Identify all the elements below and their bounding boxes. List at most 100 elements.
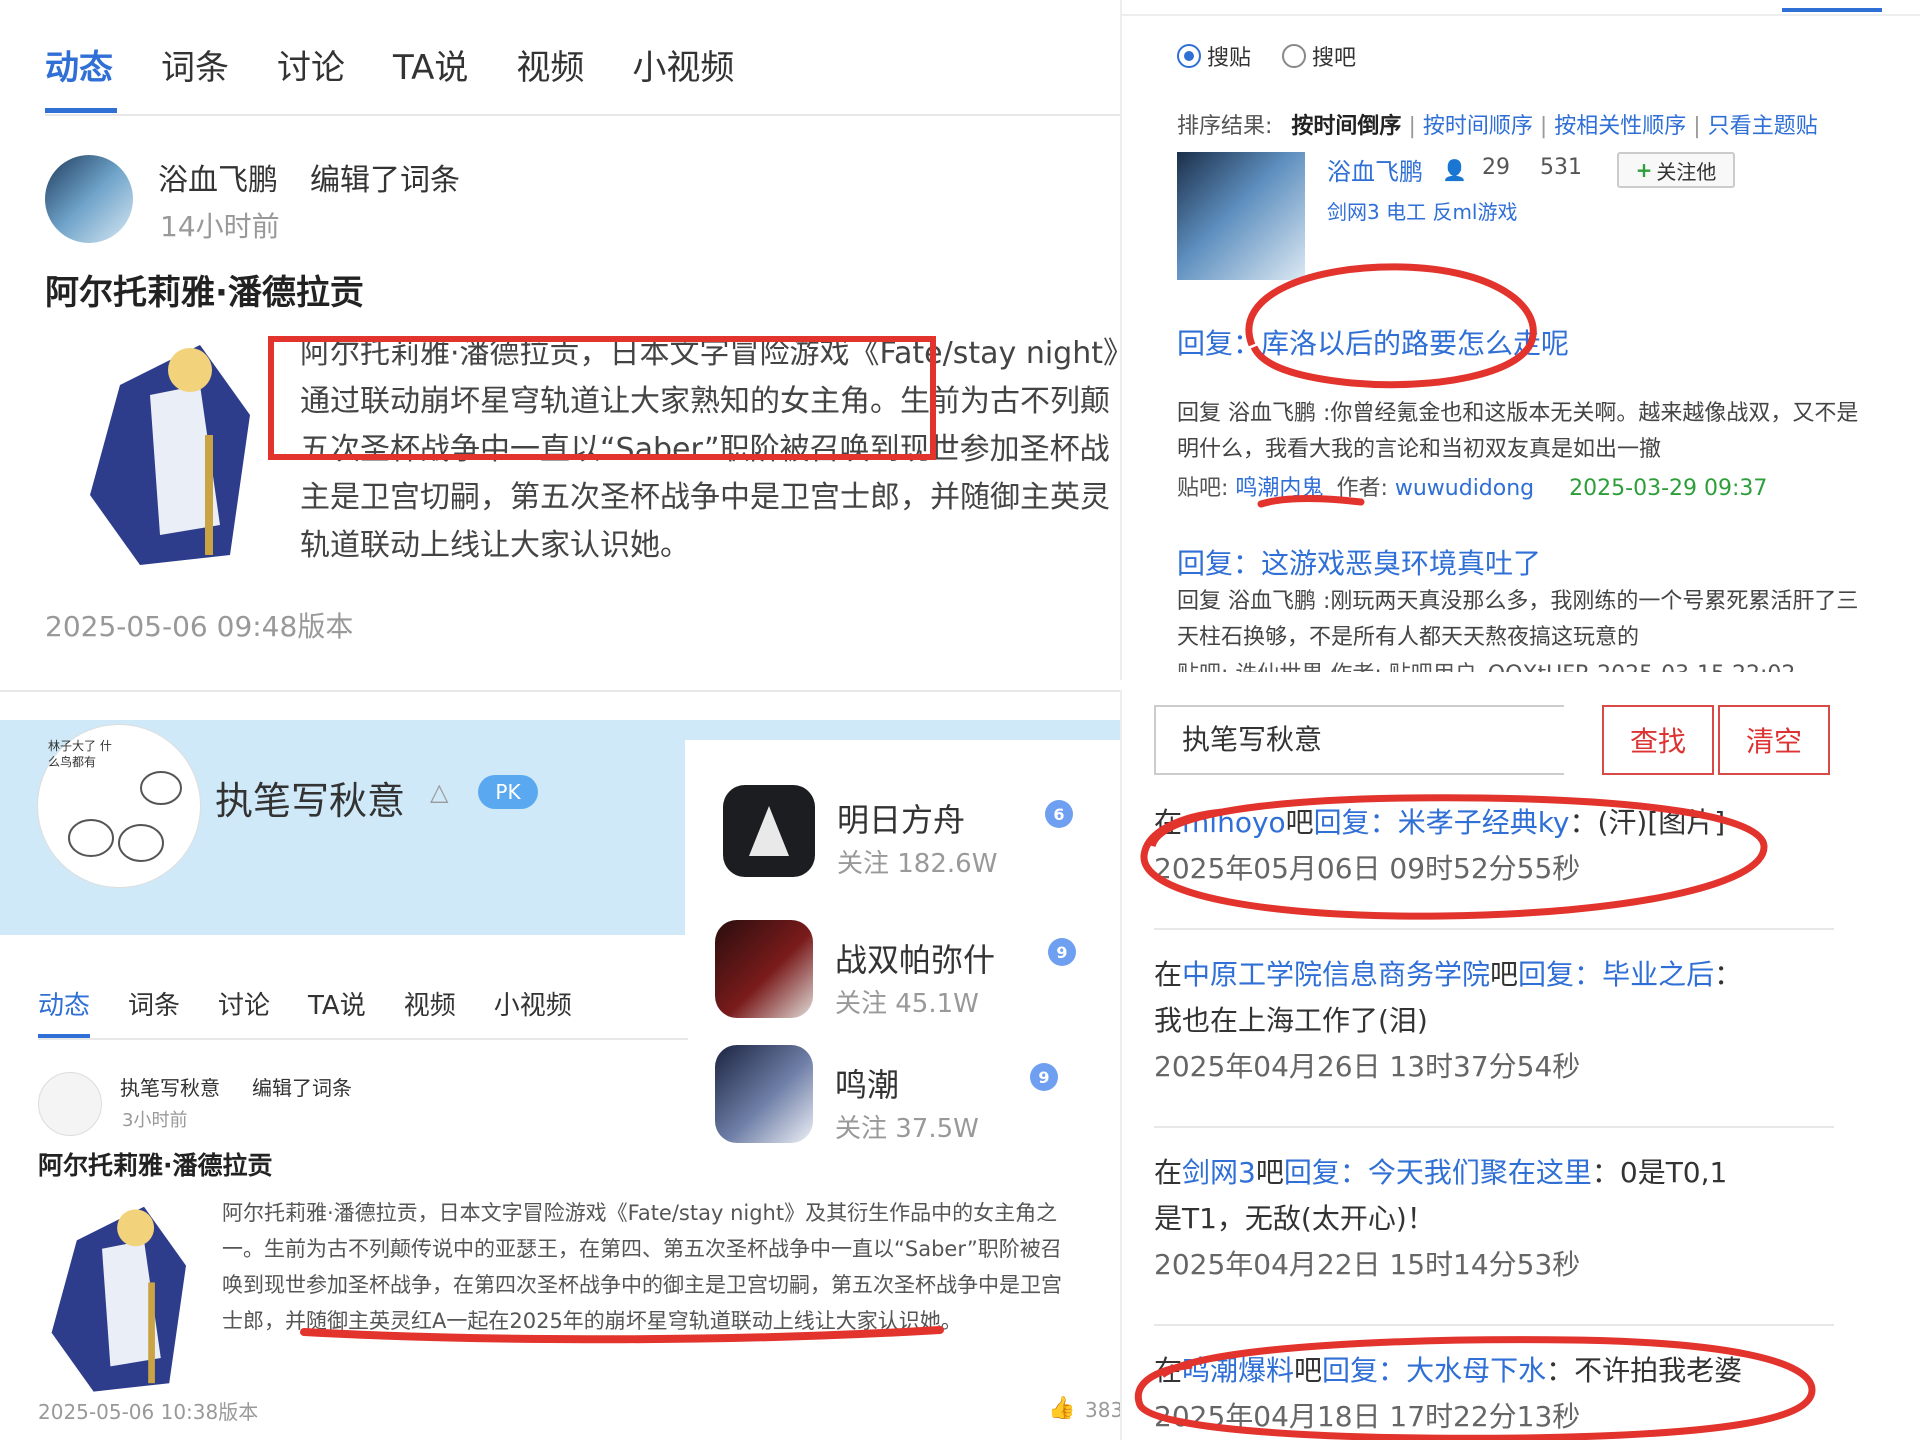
- follow-button[interactable]: + 关注他: [1617, 152, 1735, 188]
- reply-1-author[interactable]: wuwudidong: [1395, 476, 1534, 501]
- result-reply-label: 回复：: [1283, 1156, 1368, 1189]
- result-date: 2025年04月22日 15时14分53秒: [1154, 1248, 1581, 1281]
- tl-tab-bar: 动态 词条 讨论 TA说 视频 小视频: [45, 40, 734, 89]
- tl-tab-underline: [45, 108, 117, 113]
- radio-label: 搜吧: [1312, 46, 1357, 71]
- sort-time-desc[interactable]: 按时间倒序: [1291, 114, 1401, 139]
- radio-search-bars[interactable]: 搜吧: [1282, 40, 1356, 72]
- game-followers: 关注 37.5W: [835, 1114, 979, 1144]
- game-name: 明日方舟: [837, 801, 966, 839]
- tl-user-name[interactable]: 浴血飞鹏: [158, 155, 278, 199]
- result-line: 在中原工学院信息商务学院吧回复：毕业之后：: [1154, 952, 1894, 998]
- result-reply-label: 回复：: [1518, 958, 1603, 991]
- game-item[interactable]: 战双帕弥什 关注 45.1W 9: [685, 880, 1120, 1019]
- bar-label: 贴吧:: [1177, 476, 1229, 501]
- game-list-card: 明日方舟 关注 182.6W 6 战双帕弥什 关注 45.1W 9 鸣潮 关注 …: [685, 740, 1120, 1160]
- sort-sep: |: [1693, 114, 1708, 139]
- tr-user-level: 29: [1482, 155, 1510, 180]
- bl-tab-video[interactable]: 视频: [404, 985, 456, 1022]
- game-item[interactable]: 鸣潮 关注 37.5W 9: [685, 1005, 1120, 1144]
- tl-tab-ta-say[interactable]: TA说: [393, 40, 468, 89]
- bottom-left-panel: 林子大了 什么鸟都有 执笔写秋意 △ PK 明日方舟 关注 182.6W 6 战…: [0, 720, 1120, 1440]
- bl-desc-line: 唤到现世参加圣杯战争，在第四次圣杯战争中的御主是卫宫切嗣，第五次圣杯战争中是卫宫: [222, 1273, 1062, 1297]
- tl-user-avatar[interactable]: [45, 155, 133, 243]
- bl-tab-ta-say[interactable]: TA说: [308, 985, 366, 1022]
- tr-top-accent: [1782, 8, 1882, 12]
- result-line-2: 是T1，无敌(太开心)！: [1154, 1202, 1435, 1235]
- tl-character-image: [80, 325, 270, 575]
- bl-divider: [38, 1038, 688, 1040]
- sort-relevance[interactable]: 按相关性顺序: [1554, 114, 1686, 139]
- bottom-right-panel: 执笔写秋意 查找 清空 在mihoyo吧回复：米孝子经典ky：(汗)[图片] 2…: [1120, 690, 1920, 1440]
- bl-tab-short-video[interactable]: 小视频: [494, 985, 572, 1022]
- bl-user-avatar[interactable]: [38, 1072, 102, 1136]
- radio-search-posts[interactable]: 搜贴: [1177, 40, 1251, 72]
- result-bar-link[interactable]: 剑网3: [1182, 1156, 1256, 1189]
- tr-user-tags[interactable]: 剑网3 电工 反ml游戏: [1327, 196, 1517, 225]
- search-input[interactable]: 执笔写秋意: [1154, 705, 1564, 775]
- bl-profile-name: 执笔写秋意: [215, 779, 406, 823]
- bl-entry-title[interactable]: 阿尔托莉雅·潘德拉贡: [38, 1146, 273, 1182]
- result-mid: 吧: [1255, 1156, 1284, 1189]
- tr-user-posts: 531: [1540, 155, 1582, 180]
- result-topic-link[interactable]: 今天我们聚在这里: [1368, 1156, 1592, 1189]
- radio-checked-icon: [1177, 44, 1201, 68]
- tl-tab-short-video[interactable]: 小视频: [632, 40, 734, 89]
- result-mid: 吧: [1490, 958, 1519, 991]
- result-date: 2025年04月26日 13时37分54秒: [1154, 1050, 1581, 1083]
- warning-icon: △: [430, 778, 449, 806]
- tl-bottom-divider: [0, 690, 1120, 692]
- bl-time: 3小时前: [122, 1110, 188, 1131]
- thumb-up-icon[interactable]: 👍: [1048, 1396, 1075, 1421]
- tr-user-name[interactable]: 浴血飞鹏: [1327, 152, 1423, 187]
- sort-label: 排序结果:: [1177, 114, 1273, 139]
- result-divider: [1154, 1324, 1834, 1326]
- sort-topics-only[interactable]: 只看主题贴: [1708, 114, 1818, 139]
- annotation-circle: [1140, 794, 1768, 920]
- bl-desc-line: 阿尔托莉雅·潘德拉贡，日本文字冒险游戏《Fate/stay night》及其衍生…: [222, 1201, 1058, 1225]
- arknights-icon: [723, 785, 815, 877]
- game-item[interactable]: 明日方舟 关注 182.6W 6: [685, 740, 1120, 879]
- tl-time: 14小时前: [160, 210, 280, 243]
- bl-tab-dynamic[interactable]: 动态: [38, 985, 90, 1022]
- tl-tab-entries[interactable]: 词条: [161, 40, 229, 89]
- radio-label: 搜贴: [1207, 46, 1252, 71]
- tl-entry-title[interactable]: 阿尔托莉雅·潘德拉贡: [45, 265, 364, 314]
- bl-tab-entries[interactable]: 词条: [128, 985, 180, 1022]
- result-topic-link[interactable]: 毕业之后: [1602, 958, 1714, 991]
- bl-action: 编辑了词条: [252, 1076, 352, 1100]
- reply-1-body: 回复 浴血飞鹏 :你曾经氪金也和这版本无关啊。越来越像战双，又不是 明什么，我看…: [1177, 396, 1858, 468]
- tl-tab-discuss[interactable]: 讨论: [277, 40, 345, 89]
- result-bar-link[interactable]: 中原工学院信息商务学院: [1182, 958, 1490, 991]
- tl-desc-line: 轨道联动上线让大家认识她。: [300, 528, 690, 563]
- bl-desc-line: 一。生前为古不列颠传说中的亚瑟王，在第四、第五次圣杯战争中一直以“Saber”职…: [222, 1237, 1062, 1261]
- like-count: 383: [1085, 1398, 1120, 1422]
- person-icon: 👤: [1442, 158, 1467, 182]
- tl-divider: [45, 114, 1120, 116]
- tl-tab-dynamic[interactable]: 动态: [45, 40, 113, 89]
- search-button[interactable]: 查找: [1602, 705, 1714, 775]
- clear-button[interactable]: 清空: [1718, 705, 1830, 775]
- tl-tab-video[interactable]: 视频: [516, 40, 584, 89]
- result-content: ：0是T0,1: [1591, 1156, 1728, 1189]
- reply-1-line: 明什么，我看大我的言论和当初双友真是如出一撤: [1177, 437, 1662, 462]
- result-prefix: 在: [1154, 958, 1183, 991]
- sort-time-asc[interactable]: 按时间顺序: [1423, 114, 1533, 139]
- bl-user-name[interactable]: 执笔写秋意: [120, 1072, 220, 1101]
- bl-tab-discuss[interactable]: 讨论: [218, 985, 270, 1022]
- bl-character-image: [38, 1190, 208, 1400]
- game-name: 战双帕弥什: [835, 941, 996, 979]
- reply-1-line: 回复 浴血飞鹏 :你曾经氪金也和这版本无关啊。越来越像战双，又不是: [1177, 401, 1859, 426]
- result-divider: [1154, 1126, 1834, 1128]
- reply-2-body: 回复 浴血飞鹏 :刚玩两天真没那么多，我刚练的一个号累死累活肝了三 天柱石换够，…: [1177, 584, 1858, 656]
- level-badge-icon: 9: [1048, 938, 1076, 966]
- reply-1-date: 2025-03-29 09:37: [1569, 476, 1768, 501]
- reply-2-meta: 贴吧: 诛仙世界 作者: 贴吧用户_QQXtUFR 2025-03-15 22:…: [1177, 656, 1795, 672]
- reply-2-title[interactable]: 回复：这游戏恶臭环境真吐了: [1177, 542, 1541, 582]
- sort-sep: |: [1408, 114, 1423, 139]
- pk-badge[interactable]: PK: [478, 775, 538, 809]
- annotation-underline: [1257, 495, 1365, 508]
- tl-highlight-box: [268, 336, 936, 460]
- game-followers: 关注 182.6W: [837, 849, 998, 879]
- result-prefix: 在: [1154, 1156, 1183, 1189]
